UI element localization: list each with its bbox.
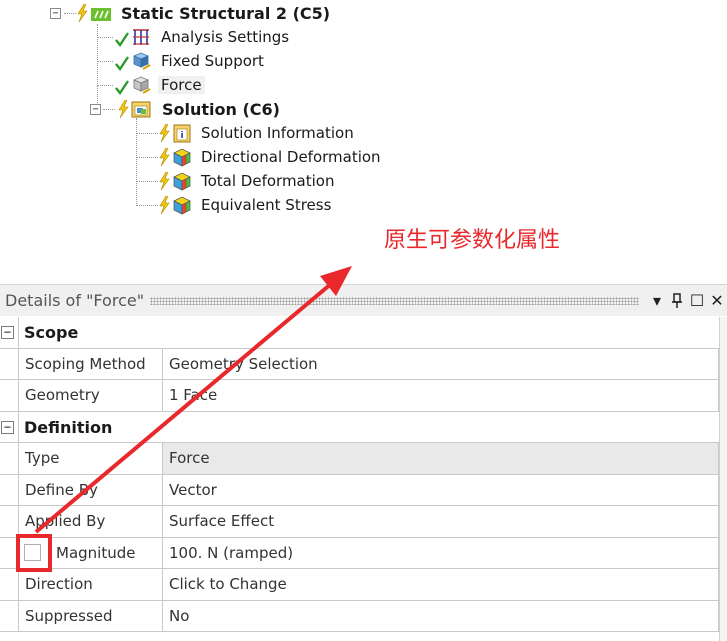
property-value[interactable]: Vector [163,474,719,505]
property-name: Suppressed [18,600,163,631]
result-cube-icon [173,196,191,215]
property-row[interactable]: Applied By Surface Effect [0,506,719,538]
scrollbar-track[interactable] [719,317,727,641]
checkmark-icon [115,32,129,48]
checkmark-icon [115,56,129,72]
static-structural-icon [91,8,111,21]
group-label: Scope [24,323,79,342]
grid-divider [18,317,19,349]
property-value[interactable]: Click to Change [163,569,719,600]
property-group-definition: − Definition [0,411,719,443]
property-row[interactable]: Scoping Method Geometry Selection [0,348,719,380]
property-value[interactable]: No [163,600,719,631]
highlight-box [16,534,52,572]
tree-connector [136,118,137,206]
tree-item-solution-information-label[interactable]: Solution Information [201,124,354,142]
tree-item-force-label[interactable]: Force [158,76,205,94]
fixed-support-icon [132,52,151,70]
property-row[interactable]: Direction Click to Change [0,569,719,601]
property-name: Applied By [18,506,163,537]
tree-connector [97,37,113,38]
tree-item-total-deformation-label[interactable]: Total Deformation [201,172,334,190]
property-value[interactable]: Force [163,443,719,474]
analysis-settings-icon [133,29,149,45]
lightning-bolt-icon [159,196,170,214]
pin-icon-glyph [672,292,682,308]
close-icon[interactable]: ✕ [707,290,727,312]
property-value[interactable]: Surface Effect [163,506,719,537]
force-icon [132,76,151,94]
collapse-toggle[interactable]: − [90,104,101,115]
property-name: Direction [18,569,163,600]
solution-icon [131,101,151,118]
tree-item-static-structural-label[interactable]: Static Structural 2 (C5) [121,4,330,23]
group-collapse-toggle[interactable]: − [1,326,14,339]
project-tree: − Static Structural 2 (C5) Analysis Sett… [0,0,727,270]
panel-grip[interactable] [150,296,639,305]
property-row[interactable]: Geometry 1 Face [0,380,719,412]
tree-connector [136,181,158,182]
tree-connector [136,157,158,158]
tree-item-fixed-support-label[interactable]: Fixed Support [161,52,264,70]
property-name: Scoping Method [18,348,163,379]
tree-connector [136,133,158,134]
tree-connector [97,85,113,86]
tree-connector [136,205,158,206]
property-name: Type [18,443,163,474]
property-value[interactable]: 100. N (ramped) [163,537,719,568]
group-collapse-toggle[interactable]: − [1,420,14,434]
property-value[interactable]: Geometry Selection [163,348,719,379]
property-name: Define By [18,474,163,505]
property-name: Geometry [18,380,163,411]
property-row-magnitude[interactable]: Magnitude 100. N (ramped) [0,537,719,569]
tree-item-equivalent-stress-label[interactable]: Equivalent Stress [201,196,331,214]
property-row[interactable]: Suppressed No [0,600,719,632]
details-panel-header: Details of "Force" ▾ ☐ ✕ [0,284,727,316]
maximize-icon[interactable]: ☐ [687,290,707,312]
tree-connector [103,109,115,110]
result-cube-icon [173,172,191,191]
lightning-bolt-icon [159,124,170,142]
details-property-grid: − Scope Scoping Method Geometry Selectio… [0,317,719,632]
tree-item-solution-label[interactable]: Solution (C6) [162,100,280,119]
lightning-bolt-icon [118,100,129,118]
tree-item-directional-deformation-label[interactable]: Directional Deformation [201,148,381,166]
tree-item-analysis-settings-label[interactable]: Analysis Settings [161,28,289,46]
solution-information-icon: i [173,124,191,143]
details-panel-title: Details of "Force" [5,291,145,310]
lightning-bolt-icon [159,172,170,190]
lightning-bolt-icon [159,148,170,166]
tree-connector [97,61,113,62]
property-value[interactable]: 1 Face [163,380,719,411]
lightning-bolt-icon [77,4,88,22]
svg-text:i: i [180,131,183,141]
tree-connector [64,13,76,14]
group-label: Definition [24,417,113,437]
dropdown-icon[interactable]: ▾ [647,290,667,312]
result-cube-icon [173,148,191,167]
property-row[interactable]: Type Force [0,443,719,475]
pin-icon[interactable] [667,290,687,312]
property-row[interactable]: Define By Vector [0,474,719,506]
checkmark-icon [115,80,129,96]
annotation-text: 原生可参数化属性 [384,228,561,253]
collapse-toggle[interactable]: − [50,8,61,19]
property-group-scope: − Scope [0,317,719,349]
tree-connector [97,24,98,86]
grid-divider [18,411,19,443]
